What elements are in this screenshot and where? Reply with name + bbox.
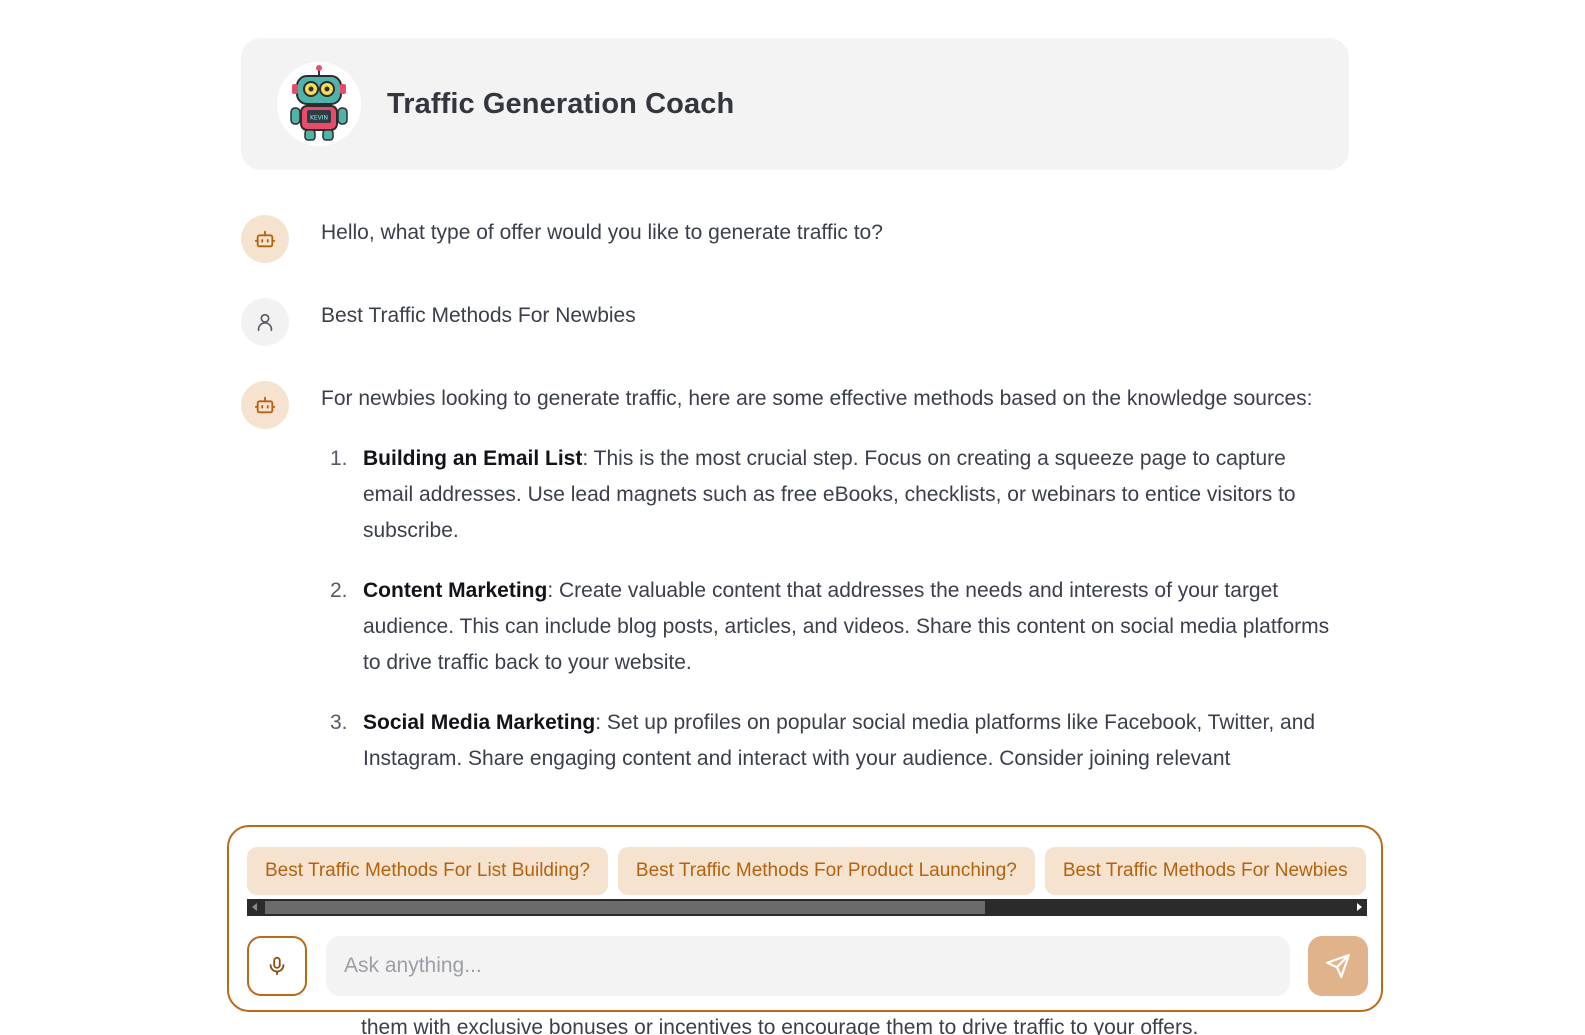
- horizontal-scrollbar[interactable]: [247, 899, 1367, 916]
- bot-message: For newbies looking to generate traffic,…: [241, 381, 1349, 801]
- list-item-title: Content Marketing: [363, 579, 548, 602]
- microphone-icon: [269, 956, 285, 976]
- chat-header: KEVIN Traffic Generation Coach: [241, 38, 1349, 170]
- suggestion-chip[interactable]: Best Traffic Methods For Product Launchi…: [617, 847, 1035, 895]
- avatar-badge-text: KEVIN: [310, 115, 328, 122]
- partial-message-line: them with exclusive bonuses or incentive…: [361, 1016, 1199, 1035]
- scrollbar-thumb[interactable]: [265, 901, 985, 914]
- list-item: 3. Social Media Marketing: Set up profil…: [321, 705, 1351, 777]
- scroll-right-icon[interactable]: [1357, 903, 1362, 911]
- message-text: Hello, what type of offer would you like…: [321, 221, 883, 244]
- send-icon: [1326, 954, 1350, 978]
- send-button[interactable]: [1308, 936, 1368, 996]
- ask-input[interactable]: [326, 936, 1290, 996]
- message-intro: For newbies looking to generate traffic,…: [321, 387, 1313, 410]
- list-item-title: Building an Email List: [363, 447, 583, 470]
- list-item-title: Social Media Marketing: [363, 711, 596, 734]
- bot-icon: [241, 381, 289, 429]
- user-message: Best Traffic Methods For Newbies: [241, 298, 1349, 346]
- list-item: 2. Content Marketing: Create valuable co…: [321, 573, 1351, 681]
- composer-panel: Best Traffic Methods For List Building? …: [227, 825, 1383, 1012]
- list-item: 1. Building an Email List: This is the m…: [321, 441, 1351, 549]
- list-number: 1.: [330, 447, 348, 470]
- message-list: Hello, what type of offer would you like…: [241, 215, 1349, 801]
- message-text: Best Traffic Methods For Newbies: [321, 304, 636, 327]
- user-icon: [241, 298, 289, 346]
- method-list: 1. Building an Email List: This is the m…: [321, 441, 1351, 777]
- microphone-button[interactable]: [247, 936, 307, 996]
- bot-icon: [241, 215, 289, 263]
- suggestion-chips[interactable]: Best Traffic Methods For List Building? …: [247, 847, 1367, 895]
- suggestion-chip[interactable]: Best Traffic Methods For Newbies: [1044, 847, 1366, 895]
- list-number: 3.: [330, 711, 348, 734]
- bot-message: Hello, what type of offer would you like…: [241, 215, 1349, 263]
- suggestion-chip[interactable]: Best Traffic Methods For List Building?: [247, 847, 608, 895]
- scroll-left-icon[interactable]: [252, 903, 257, 911]
- list-number: 2.: [330, 579, 348, 602]
- chat-title: Traffic Generation Coach: [387, 87, 735, 120]
- message-body: For newbies looking to generate traffic,…: [321, 381, 1351, 801]
- robot-mascot-icon: KEVIN: [277, 62, 361, 146]
